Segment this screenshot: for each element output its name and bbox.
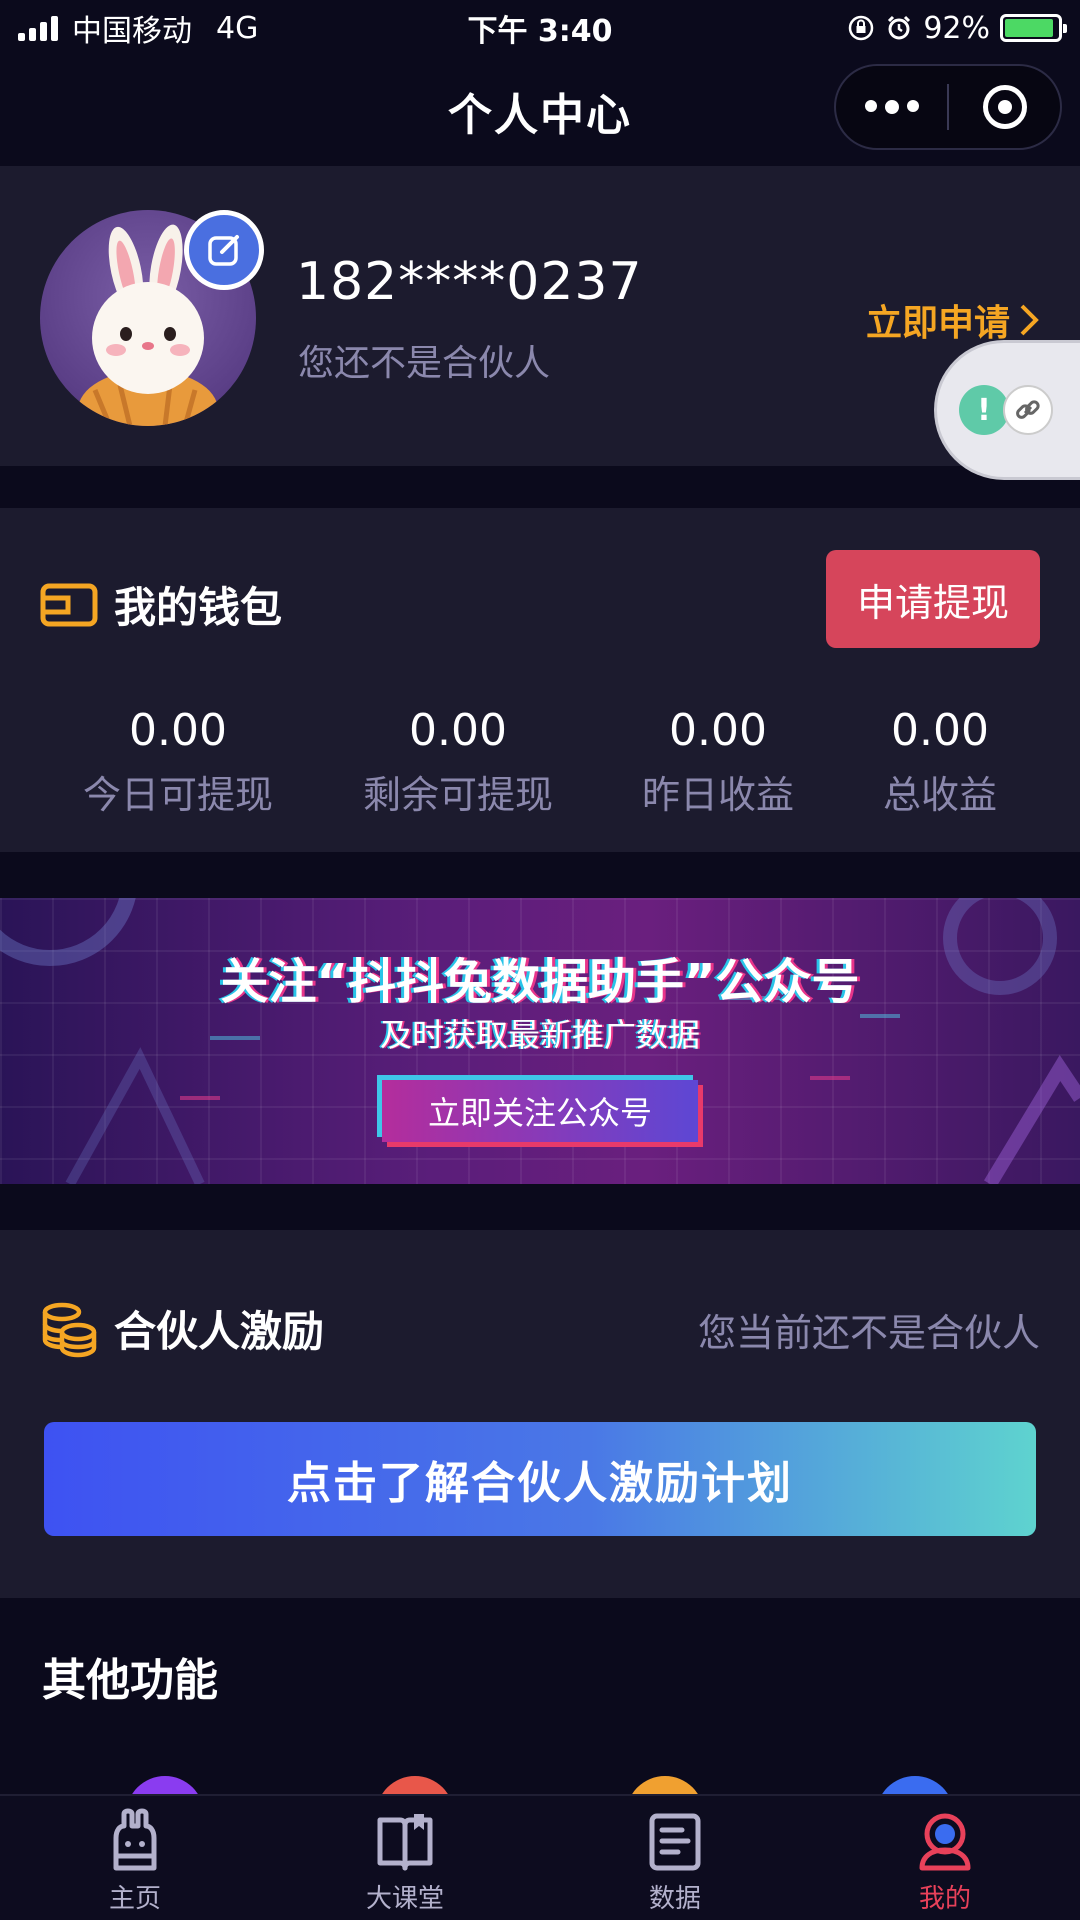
close-button[interactable] xyxy=(949,66,1060,148)
document-icon xyxy=(649,1813,701,1871)
tab-classroom[interactable]: 大课堂 xyxy=(270,1796,540,1920)
edit-avatar-button[interactable] xyxy=(184,210,264,290)
status-left: 中国移动 4G xyxy=(18,6,258,50)
stat-label: 昨日收益 xyxy=(641,773,795,817)
stat-remaining: 0.00 剩余可提现 xyxy=(363,704,553,819)
partner-note: 您当前还不是合伙人 xyxy=(697,1311,1040,1355)
carrier-label: 中国移动 xyxy=(72,14,192,49)
edit-icon xyxy=(208,235,239,266)
status-right: 92% xyxy=(847,10,1067,46)
battery-fill xyxy=(1005,19,1053,37)
wallet-title: 我的钱包 xyxy=(114,583,283,632)
book-icon xyxy=(377,1814,433,1871)
page-title: 个人中心 xyxy=(448,90,632,141)
floating-debug-tool[interactable]: ! xyxy=(934,340,1080,480)
coins-icon xyxy=(42,1302,97,1357)
partner-header: 合伙人激励 xyxy=(40,1298,324,1359)
stat-value: 0.00 xyxy=(669,705,767,756)
stat-value: 0.00 xyxy=(409,705,507,756)
tab-label: 主页 xyxy=(108,1884,161,1914)
stat-label: 总收益 xyxy=(882,773,998,817)
stat-total: 0.00 总收益 xyxy=(883,704,997,819)
partner-card: 合伙人激励 您当前还不是合伙人 点击了解合伙人激励计划 xyxy=(0,1230,1080,1598)
more-button[interactable] xyxy=(836,66,947,148)
stat-today: 0.00 今日可提现 xyxy=(83,704,273,819)
tab-data[interactable]: 数据 xyxy=(540,1796,810,1920)
stat-yesterday: 0.00 昨日收益 xyxy=(642,704,794,819)
profile-card: 182****0237 您还不是合伙人 立即申请 xyxy=(0,166,1080,466)
status-bar: 中国移动 4G 下午 3:40 92% xyxy=(0,0,1080,56)
wallet-stats: 0.00 今日可提现 0.00 剩余可提现 0.00 昨日收益 0.00 总收益 xyxy=(0,704,1080,824)
stat-label: 今日可提现 xyxy=(82,773,274,817)
banner-title: 关注“抖抖兔数据助手”公众号 xyxy=(220,954,860,1010)
partner-title: 合伙人激励 xyxy=(114,1307,325,1356)
follow-banner[interactable]: 关注“抖抖兔数据助手”公众号 及时获取最新推广数据 立即关注公众号 xyxy=(0,898,1080,1184)
wallet-icon xyxy=(40,583,98,626)
partner-status: 您还不是合伙人 xyxy=(298,343,551,384)
wallet-card: 我的钱包 申请提现 0.00 今日可提现 0.00 剩余可提现 0.00 昨日收… xyxy=(0,508,1080,852)
stat-label: 剩余可提现 xyxy=(362,773,554,817)
tab-label: 数据 xyxy=(648,1884,701,1914)
partner-plan-button[interactable]: 点击了解合伙人激励计划 xyxy=(44,1422,1036,1536)
rabbit-home-icon xyxy=(113,1808,157,1871)
network-label: 4G xyxy=(216,10,259,46)
alert-icon: ! xyxy=(959,385,1009,435)
tab-home[interactable]: 主页 xyxy=(0,1796,270,1920)
battery-percent: 92% xyxy=(923,10,990,46)
other-features-title: 其他功能 xyxy=(42,1655,218,1706)
tab-label: 我的 xyxy=(918,1884,971,1914)
wallet-header: 我的钱包 xyxy=(40,574,282,635)
more-dots-icon xyxy=(864,100,919,114)
nav-bar: 个人中心 xyxy=(0,56,1080,166)
tab-bar: 主页 大课堂 数据 我的 xyxy=(0,1794,1080,1920)
rotation-lock-icon xyxy=(849,15,874,41)
stat-value: 0.00 xyxy=(891,705,989,756)
profile-icon xyxy=(919,1813,971,1871)
apply-label: 立即申请 xyxy=(865,303,1010,344)
banner-subtitle: 及时获取最新推广数据 xyxy=(379,1016,700,1054)
apply-partner-link[interactable]: 立即申请 xyxy=(866,294,1042,346)
tab-label: 大课堂 xyxy=(365,1884,444,1914)
withdraw-button[interactable]: 申请提现 xyxy=(826,550,1040,648)
follow-account-button[interactable]: 立即关注公众号 xyxy=(382,1080,698,1142)
tab-mine[interactable]: 我的 xyxy=(810,1796,1080,1920)
phone-number: 182****0237 xyxy=(296,252,643,312)
link-icon xyxy=(1003,385,1053,435)
chevron-right-icon xyxy=(1020,304,1039,336)
stat-value: 0.00 xyxy=(129,705,227,756)
signal-icon xyxy=(18,15,58,41)
target-icon xyxy=(982,85,1027,129)
alarm-icon xyxy=(888,15,911,40)
battery-icon xyxy=(1000,14,1067,42)
mini-program-capsule xyxy=(834,64,1062,150)
avatar-wrap xyxy=(40,210,264,426)
